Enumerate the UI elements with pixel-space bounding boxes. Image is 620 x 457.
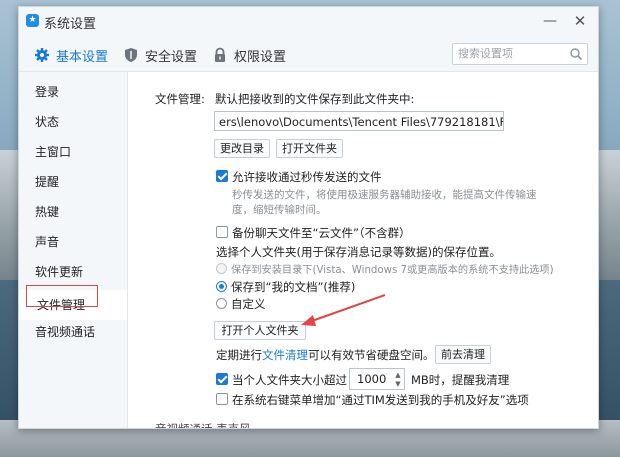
settings-window: ★ 系统设置 — ✕ 基本设置 安全设置 权限设置 搜索设置项 登录 状态 主窗… [18,6,599,429]
red-arrow-annotation [301,294,386,326]
